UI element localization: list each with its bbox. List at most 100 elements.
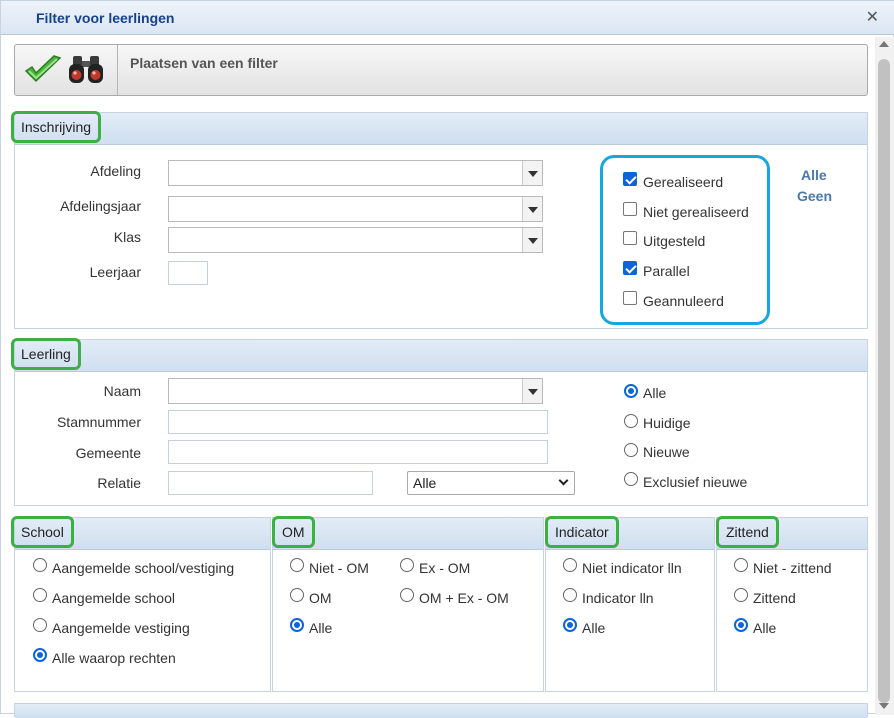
checkbox-label: Uitgesteld: [643, 233, 706, 249]
checkmark-icon[interactable]: [23, 54, 63, 89]
radio-label: Ex - OM: [419, 560, 471, 576]
radio-label: Niet indicator lln: [582, 560, 682, 576]
leerjaar-label: Leerjaar: [89, 264, 141, 280]
inschrijving-header: Inschrijving: [11, 111, 867, 145]
om-header: OM: [272, 516, 543, 550]
radio-zittend[interactable]: [734, 588, 748, 602]
filter-dialog: Filter voor leerlingen ✕ Plaatsen van ee…: [0, 0, 894, 718]
close-icon[interactable]: ✕: [866, 7, 879, 27]
zittend-panel: Zittend Niet - zittend Zittend Alle: [716, 516, 868, 692]
chevron-down-icon: [558, 475, 569, 486]
gemeente-label: Gemeente: [75, 445, 141, 461]
relatie-label: Relatie: [97, 475, 141, 491]
radio-om-alle[interactable]: [290, 618, 304, 632]
radio-aangemelde-school-vestiging[interactable]: [33, 558, 47, 572]
checkbox-parallel[interactable]: [623, 261, 637, 275]
indicator-panel: Indicator Niet indicator lln Indicator l…: [545, 516, 715, 692]
radio-aangemelde-school[interactable]: [33, 588, 47, 602]
radio-om-plus-ex-om[interactable]: [400, 588, 414, 602]
radio-label: Aangemelde school/vestiging: [52, 560, 235, 576]
radio-om[interactable]: [290, 588, 304, 602]
radio-niet-zittend[interactable]: [734, 558, 748, 572]
radio-label: Huidige: [643, 415, 691, 431]
scroll-down-icon[interactable]: [879, 703, 889, 709]
toolbar-label: Plaatsen van een filter: [130, 55, 278, 71]
select-all-link[interactable]: Alle: [801, 167, 827, 183]
om-title: OM: [272, 516, 315, 548]
leerling-title: Leerling: [11, 338, 81, 370]
inschrijving-title: Inschrijving: [11, 111, 102, 143]
stamnummer-input[interactable]: [168, 410, 548, 434]
afdelingsjaar-select[interactable]: [168, 196, 543, 222]
radio-label: Alle waarop rechten: [52, 650, 176, 666]
klas-select[interactable]: [168, 227, 543, 253]
chevron-down-icon[interactable]: [522, 379, 542, 403]
radio-nieuwe[interactable]: [624, 443, 638, 457]
radio-label: Exclusief nieuwe: [643, 474, 748, 490]
radio-label: Alle: [753, 620, 777, 636]
binoculars-icon[interactable]: [66, 52, 106, 89]
checkbox-label: Geannuleerd: [643, 293, 724, 309]
radio-label: Aangemelde vestiging: [52, 620, 190, 636]
gemeente-input[interactable]: [168, 440, 548, 464]
vertical-scrollbar[interactable]: [875, 37, 894, 715]
naam-label: Naam: [103, 383, 141, 399]
scroll-up-icon[interactable]: [879, 41, 889, 47]
stamnummer-label: Stamnummer: [56, 414, 141, 430]
school-header: School: [11, 516, 270, 550]
checkbox-label: Parallel: [643, 263, 690, 279]
naam-select[interactable]: [168, 378, 543, 404]
chevron-down-icon[interactable]: [522, 228, 542, 252]
chevron-down-icon[interactable]: [522, 161, 542, 185]
select-none-link[interactable]: Geen: [797, 188, 832, 204]
chevron-down-icon[interactable]: [522, 197, 542, 221]
relatie-select-value: Alle: [413, 475, 437, 491]
radio-alle-waarop-rechten[interactable]: [33, 648, 47, 662]
radio-label: Nieuwe: [643, 444, 690, 460]
radio-label: Aangemelde school: [52, 590, 175, 606]
radio-niet-om[interactable]: [290, 558, 304, 572]
radio-exclusief-nieuwe[interactable]: [624, 472, 638, 486]
klas-label: Klas: [113, 229, 141, 245]
checkbox-niet-gerealiseerd[interactable]: [623, 202, 637, 216]
afdelingsjaar-label: Afdelingsjaar: [60, 198, 141, 214]
title-bar: Filter voor leerlingen ✕: [1, 1, 894, 35]
radio-aangemelde-vestiging[interactable]: [33, 618, 47, 632]
checkbox-label: Gerealiseerd: [643, 174, 724, 190]
leerling-header: Leerling: [11, 338, 867, 372]
leerjaar-input[interactable]: [168, 261, 208, 285]
school-title: School: [11, 516, 74, 548]
radio-huidige[interactable]: [624, 414, 638, 428]
radio-label: Niet - zittend: [753, 560, 832, 576]
checkbox-uitgesteld[interactable]: [623, 231, 637, 245]
radio-niet-indicator[interactable]: [563, 558, 577, 572]
relatie-select[interactable]: Alle: [407, 471, 575, 495]
radio-indicator-alle[interactable]: [563, 618, 577, 632]
dialog-title: Filter voor leerlingen: [36, 10, 175, 26]
school-panel: School Aangemelde school/vestiging Aange…: [11, 516, 271, 692]
radio-label: Niet - OM: [309, 560, 369, 576]
radio-ex-om[interactable]: [400, 558, 414, 572]
afdeling-select[interactable]: [168, 160, 543, 186]
radio-label: Zittend: [753, 590, 796, 606]
scrollbar-thumb[interactable]: [878, 59, 890, 703]
indicator-header: Indicator: [545, 516, 714, 550]
radio-indicator[interactable]: [563, 588, 577, 602]
radio-alle[interactable]: [624, 384, 638, 398]
indicator-title: Indicator: [545, 516, 619, 548]
checkbox-geannuleerd[interactable]: [623, 291, 637, 305]
zittend-header: Zittend: [716, 516, 867, 550]
om-panel: OM Niet - OM Ex - OM OM OM + Ex - OM All…: [272, 516, 544, 692]
checkbox-gerealiseerd[interactable]: [623, 172, 637, 186]
leerling-panel: Leerling Naam Stamnummer Gemeente Relati…: [11, 338, 868, 506]
radio-label: Indicator lln: [582, 590, 654, 606]
radio-zittend-alle[interactable]: [734, 618, 748, 632]
radio-label: Alle: [582, 620, 606, 636]
radio-label: OM + Ex - OM: [419, 590, 509, 606]
afdeling-label: Afdeling: [90, 163, 141, 179]
relatie-input[interactable]: [168, 471, 373, 495]
toolbar: Plaatsen van een filter: [14, 44, 868, 96]
toolbar-icons: [15, 45, 118, 95]
radio-label: Alle: [643, 385, 667, 401]
next-panel-header-bar: [15, 704, 867, 718]
